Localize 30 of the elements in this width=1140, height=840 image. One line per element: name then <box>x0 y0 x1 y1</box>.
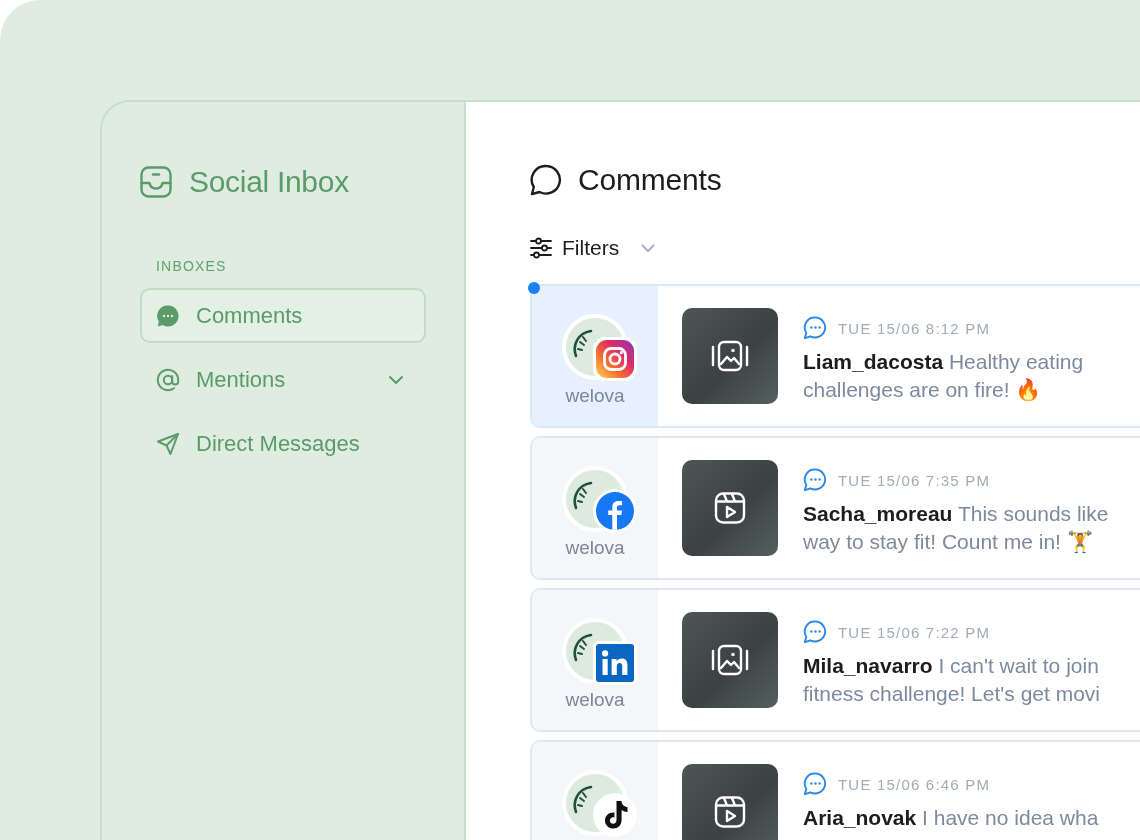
comment-bubble-icon <box>803 316 827 340</box>
account-name: welova <box>565 537 625 559</box>
timestamp: TUE 15/06 6:46 PM <box>838 775 991 793</box>
comment-text: Aria_novak I have no idea wha <box>803 805 1099 831</box>
filters-button[interactable]: Filters <box>530 236 656 260</box>
inbox-tray-icon <box>140 166 172 198</box>
sliders-icon <box>530 237 552 259</box>
comment-text: Mila_navarro I can't wait to join fitness challenge! Let's get movi <box>803 653 1100 707</box>
chevron-down-icon <box>641 243 656 253</box>
timestamp: TUE 15/06 8:12 PM <box>838 319 991 337</box>
comment-card[interactable]: welova TUE 15/06 7:35 PM Sacha_moreau This sounds like way to stay fit! Count me in! 🏋 <box>530 436 1140 580</box>
comment-card[interactable]: TUE 15/06 6:46 PM Aria_novak I have no idea wha <box>530 740 1140 840</box>
chat-bubble-icon <box>156 303 180 328</box>
paper-plane-icon <box>156 431 180 456</box>
comment-bubble-icon <box>803 620 827 644</box>
app-title: Social Inbox <box>189 164 349 200</box>
account-name: welova <box>565 385 625 407</box>
timestamp: TUE 15/06 7:22 PM <box>838 623 991 641</box>
comment-bubble-icon <box>803 772 827 796</box>
at-sign-icon <box>156 367 180 392</box>
comment-card[interactable]: welova TUE 15/06 7:22 PM Mila_navarro I can't wait to join fitness challenge! Let's get movi <box>530 588 1140 732</box>
comment-card[interactable]: welova TUE 15/06 8:12 PM Liam_dacosta Healthy eating challenges are on fire! 🔥 <box>530 284 1140 428</box>
timestamp: TUE 15/06 7:35 PM <box>838 471 991 489</box>
comment-text: Liam_dacosta Healthy eating challenges are on fire! 🔥 <box>803 349 1084 403</box>
comment-bubble-icon <box>803 468 827 492</box>
account-name: welova <box>565 689 625 711</box>
section-label: INBOXES <box>155 257 228 275</box>
chat-bubble-icon <box>530 164 562 196</box>
page-title: Comments <box>578 162 722 198</box>
comment-text: Sacha_moreau This sounds like way to stay fit! Count me in! 🏋 <box>803 501 1109 555</box>
